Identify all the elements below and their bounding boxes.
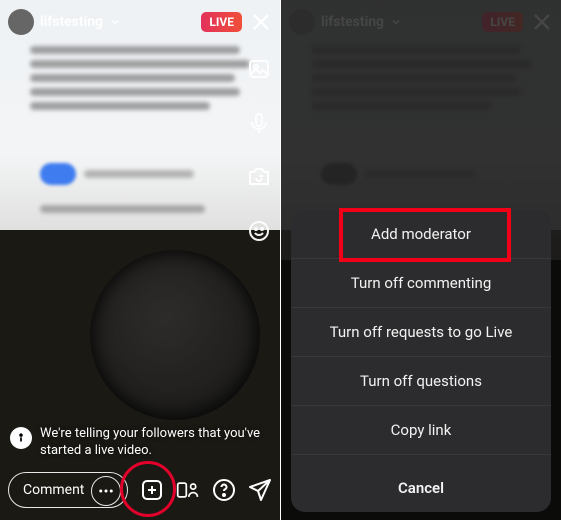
live-badge: LIVE (201, 12, 242, 32)
camera-flip-icon[interactable] (246, 164, 272, 190)
live-start-toast: We're telling your followers that you've… (10, 426, 270, 460)
close-icon[interactable] (250, 11, 272, 33)
add-media-icon[interactable] (140, 478, 164, 502)
sheet-item-copy-link[interactable]: Copy link (291, 405, 551, 454)
comment-placeholder: Comment (23, 482, 84, 498)
action-sheet: Add moderator Turn off commenting Turn o… (291, 210, 551, 503)
live-broadcast-screen: lifstesting LIVE (0, 0, 280, 520)
cancel-button[interactable]: Cancel (291, 464, 551, 512)
live-header: lifstesting LIVE (8, 8, 272, 36)
send-icon[interactable] (248, 478, 272, 502)
questions-icon[interactable] (212, 478, 236, 502)
sheet-item-turn-off-questions[interactable]: Turn off questions (291, 356, 551, 405)
username-label[interactable]: lifstesting (40, 14, 103, 30)
sheet-item-add-moderator[interactable]: Add moderator (291, 210, 551, 258)
toast-text: We're telling your followers that you've… (40, 426, 270, 460)
invite-guest-icon[interactable] (176, 478, 200, 502)
info-icon (10, 427, 32, 449)
microphone-icon[interactable] (246, 110, 272, 136)
more-options-button[interactable] (91, 476, 121, 506)
live-options-sheet-screen: lifstesting LIVE Add moderator Turn off … (281, 0, 561, 520)
effects-icon[interactable] (246, 218, 272, 244)
image-icon[interactable] (246, 56, 272, 82)
sheet-item-turn-off-commenting[interactable]: Turn off commenting (291, 258, 551, 307)
side-toolbar (246, 56, 272, 244)
chevron-down-icon[interactable] (109, 16, 121, 28)
avatar[interactable] (8, 9, 34, 35)
bottom-bar: Comment (8, 470, 272, 510)
sheet-item-turn-off-requests[interactable]: Turn off requests to go Live (291, 307, 551, 356)
comment-input[interactable]: Comment (8, 472, 128, 508)
